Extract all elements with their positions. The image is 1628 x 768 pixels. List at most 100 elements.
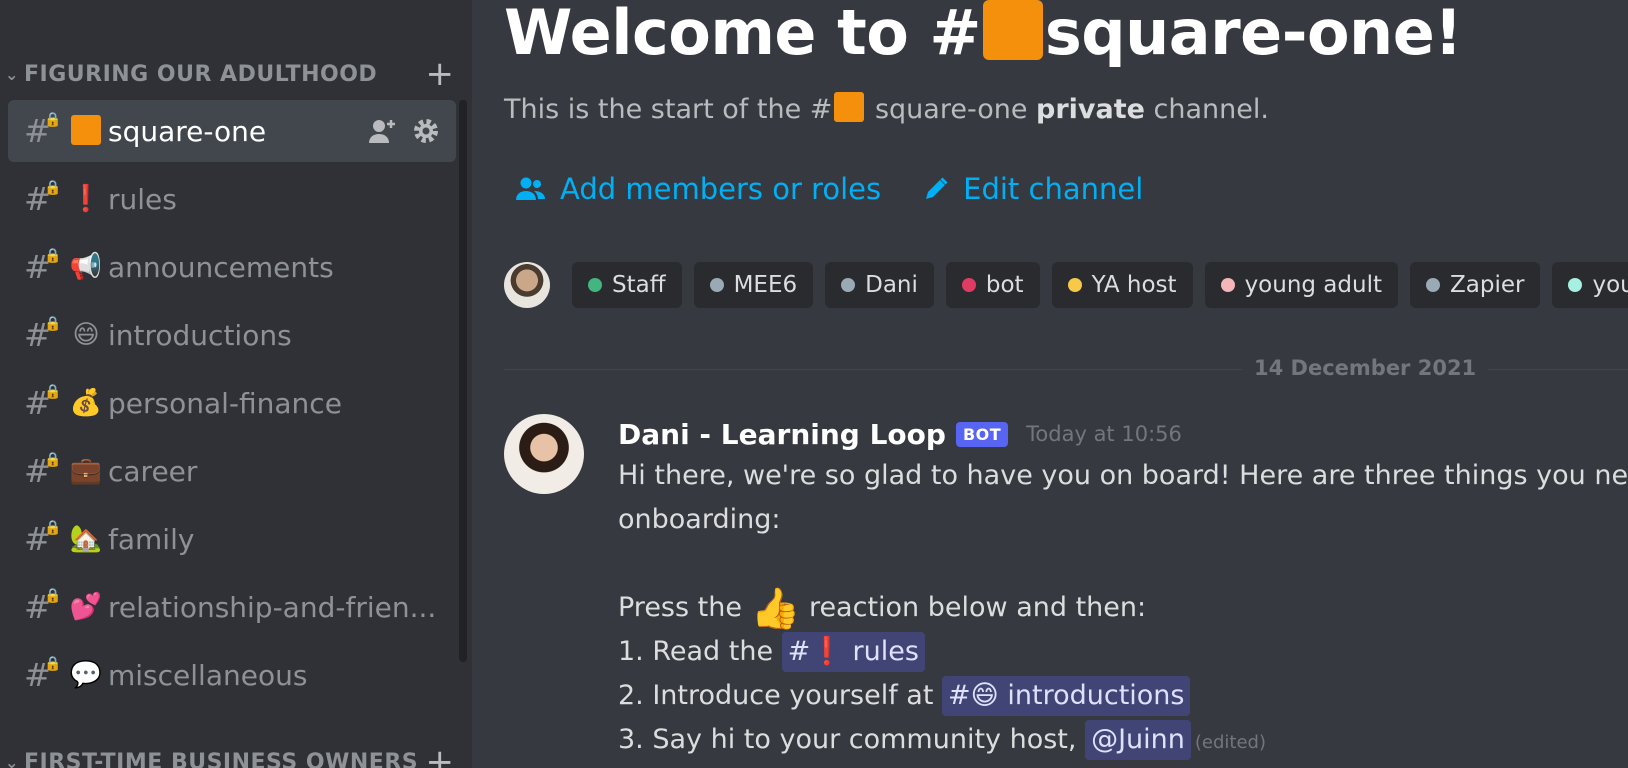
channel-sidebar: ⌄ FIGURING OUR ADULTHOOD + # 🔒 square-one…: [0, 0, 472, 768]
role-color-dot: [1220, 278, 1235, 292]
message-line: Hi there, we're so glad to have you on b…: [618, 460, 1628, 491]
gear-icon[interactable]: [412, 117, 440, 145]
channel-emoji: ❗: [69, 184, 103, 214]
hash-lock-icon: # 🔒: [24, 656, 62, 694]
message-line: 1. Read the #❗ rules: [618, 630, 1628, 674]
chevron-down-icon: ⌄: [5, 752, 19, 768]
channel-item-family[interactable]: # 🔒 🏡 family: [8, 508, 456, 570]
role-color-dot: [1426, 278, 1440, 292]
add-members-button[interactable]: Add members or roles: [516, 172, 881, 206]
subtitle-channel: square-one: [866, 94, 1037, 125]
role-pill[interactable]: Dani: [825, 262, 934, 308]
channel-name: personal-finance: [108, 386, 342, 420]
step3-prefix: 3. Say hi to your community host,: [618, 724, 1086, 755]
welcome-suffix: square-one!: [1044, 0, 1463, 69]
role-pill[interactable]: Zapier: [1410, 262, 1541, 308]
message-line: onboarding:: [618, 504, 781, 535]
orange-square-emoji: [66, 114, 106, 148]
channel-intro-text: This is the start of the # square-one pr…: [504, 92, 1269, 125]
step1-prefix: 1. Read the: [618, 636, 782, 667]
channel-mention-rules[interactable]: #❗ rules: [781, 632, 925, 672]
role-color-dot: [961, 278, 976, 292]
channel-list: # 🔒 square-one # 🔒 ❗ rules # 🔒 📢 announceme…: [8, 100, 456, 712]
channel-name: career: [108, 454, 198, 488]
message-content: Hi there, we're so glad to have you on b…: [618, 454, 1628, 762]
add-member-icon[interactable]: [368, 117, 398, 145]
channel-name: announcements: [108, 250, 334, 284]
step2-prefix: 2. Introduce yourself at: [618, 680, 943, 711]
role-label: bot: [985, 272, 1024, 298]
channel-item-relationship[interactable]: # 🔒 💕 relationship-and-frien...: [8, 576, 456, 638]
author-avatar[interactable]: [504, 414, 584, 494]
hash-lock-icon: # 🔒: [24, 180, 62, 218]
channel-name: family: [108, 522, 195, 556]
role-pill[interactable]: Staff: [572, 262, 682, 308]
press-prefix: Press the: [618, 592, 751, 623]
role-pill[interactable]: YA host: [1051, 262, 1193, 308]
people-icon: [516, 176, 546, 202]
channel-item-introductions[interactable]: # 🔒 😄 introductions: [8, 304, 456, 366]
channel-emoji: 💬: [69, 660, 103, 690]
role-label: Dani: [865, 272, 918, 298]
member-avatar[interactable]: [504, 262, 550, 308]
create-channel-plus-icon[interactable]: +: [420, 54, 460, 94]
channel-emoji: 😄: [72, 320, 100, 350]
channel-main: Welcome to # square-one! This is the star…: [472, 0, 1628, 768]
edited-label: (edited): [1194, 732, 1266, 753]
channel-item-personal-finance[interactable]: # 🔒 💰 personal-finance: [8, 372, 456, 434]
channel-mention-introductions[interactable]: #😄 introductions: [942, 676, 1191, 716]
category-label: FIRST-TIME BUSINESS OWNERS: [24, 749, 419, 768]
user-mention-juinn[interactable]: @Juinn: [1085, 720, 1191, 760]
channel-name: square-one: [108, 114, 267, 148]
channel-name: rules: [108, 182, 177, 216]
hash-lock-icon: # 🔒: [24, 384, 62, 422]
channel-emoji: 💼: [69, 456, 103, 486]
channel-name: relationship-and-frien...: [108, 590, 437, 624]
hash-lock-icon: # 🔒: [24, 520, 62, 558]
message-line: 3. Say hi to your community host, @Juinn…: [618, 718, 1628, 762]
hash-lock-icon: # 🔒: [24, 588, 62, 626]
hash-lock-icon: # 🔒: [24, 452, 62, 490]
press-suffix: reaction below and then:: [800, 592, 1147, 623]
thumbs-up-emoji: 👍: [750, 586, 801, 632]
channel-item-rules[interactable]: # 🔒 ❗ rules: [8, 168, 456, 230]
message-body: Dani - Learning Loop BOT Today at 10:56 …: [618, 414, 1628, 762]
role-color-dot: [709, 278, 724, 292]
role-pill[interactable]: MEE6: [693, 262, 814, 308]
welcome-prefix: Welcome to #: [504, 0, 981, 69]
channel-roles-row: Staff MEE6 Dani bot YA host young adult …: [504, 262, 1628, 308]
role-pill[interactable]: young adult: [1204, 262, 1398, 308]
role-label: Zapier: [1450, 272, 1525, 298]
role-label: young ac: [1592, 272, 1628, 298]
role-label: MEE6: [733, 272, 798, 298]
channel-name: introductions: [108, 318, 292, 352]
role-pill[interactable]: bot: [945, 262, 1040, 308]
role-pill[interactable]: young ac: [1552, 262, 1628, 308]
channel-item-miscellaneous[interactable]: # 🔒 💬 miscellaneous: [8, 644, 456, 706]
role-color-dot: [841, 278, 856, 292]
category-header-next[interactable]: ⌄ FIRST-TIME BUSINESS OWNERS +: [0, 742, 460, 768]
channel-item-announcements[interactable]: # 🔒 📢 announcements: [8, 236, 456, 298]
subtitle-prefix: This is the start of the #: [504, 94, 833, 125]
role-color-dot: [588, 278, 602, 292]
channel-item-square-one[interactable]: # 🔒 square-one: [8, 100, 456, 162]
chevron-down-icon: ⌄: [5, 64, 19, 84]
channel-item-career[interactable]: # 🔒 💼 career: [8, 440, 456, 502]
add-members-label: Add members or roles: [560, 172, 882, 206]
subtitle-suffix: channel.: [1144, 94, 1269, 125]
hash-lock-icon: # 🔒: [24, 248, 62, 286]
edit-channel-button[interactable]: Edit channel: [923, 172, 1143, 206]
category-header[interactable]: ⌄ FIGURING OUR ADULTHOOD +: [0, 54, 460, 94]
hash-lock-icon: # 🔒: [24, 112, 62, 150]
sidebar-scrollbar[interactable]: [459, 100, 467, 662]
role-color-dot: [1568, 278, 1583, 292]
role-label: YA host: [1091, 272, 1177, 298]
role-label: Staff: [612, 272, 666, 298]
date-divider-label: 14 December 2021: [1242, 356, 1489, 380]
message-line: 2. Introduce yourself at #😄 introduction…: [618, 674, 1628, 718]
bot-tag: BOT: [955, 421, 1009, 447]
create-channel-plus-icon[interactable]: +: [420, 742, 460, 768]
channel-name: miscellaneous: [108, 658, 308, 692]
author-name[interactable]: Dani - Learning Loop: [618, 418, 946, 451]
